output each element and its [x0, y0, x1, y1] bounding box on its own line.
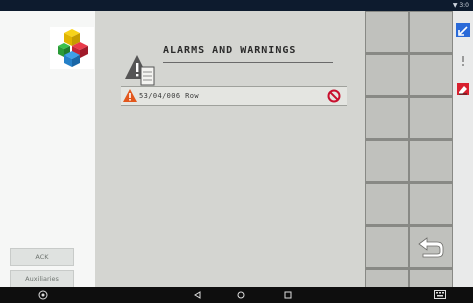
grid-button-13[interactable] — [366, 270, 408, 287]
keyboard-icon[interactable] — [433, 287, 447, 303]
home-nav-icon[interactable] — [236, 287, 246, 303]
back-arrow-icon — [418, 237, 444, 258]
warning-icon — [123, 89, 137, 102]
grid-button-14[interactable] — [410, 270, 452, 287]
grid-button-8[interactable] — [410, 141, 452, 181]
grid-button-5[interactable] — [366, 98, 408, 138]
alarm-text: 53/04/006 Row — [139, 92, 199, 100]
grid-button-3[interactable] — [366, 55, 408, 95]
grid-button-6[interactable] — [410, 98, 452, 138]
back-nav-icon[interactable] — [193, 287, 203, 303]
grid-button-11[interactable] — [366, 227, 408, 267]
grid-button-10[interactable] — [410, 184, 452, 224]
eraser-icon[interactable] — [456, 81, 470, 95]
recent-icon[interactable] — [283, 287, 293, 303]
grid-button-1[interactable] — [366, 12, 408, 52]
status-bar: ▼ 3:0 — [0, 0, 473, 11]
grid-button-2[interactable] — [410, 12, 452, 52]
grid-button-4[interactable] — [410, 55, 452, 95]
alarm-doc-icon — [125, 55, 155, 87]
grid-button-9[interactable] — [366, 184, 408, 224]
minimize-icon[interactable] — [456, 23, 470, 37]
ack-button[interactable]: ACK — [10, 248, 74, 266]
grid-button-7[interactable] — [366, 141, 408, 181]
auxiliaries-button[interactable]: Auxiliaries — [10, 270, 74, 288]
title-underline — [163, 62, 333, 63]
button-grid — [365, 11, 453, 287]
left-panel: ACK Auxiliaries — [0, 11, 95, 288]
right-toolbar — [453, 11, 473, 287]
home-icon[interactable] — [36, 287, 50, 303]
app-logo — [50, 27, 94, 69]
page-title: ALARMS AND WARNINGS — [163, 45, 297, 56]
navigation-bar — [0, 287, 473, 303]
cancel-icon[interactable] — [327, 89, 341, 103]
logo-cubes — [58, 29, 88, 67]
info-icon[interactable] — [456, 53, 470, 67]
main-panel: ALARMS AND WARNINGS 53/04/006 Row — [95, 11, 365, 287]
back-button[interactable] — [410, 227, 452, 267]
status-text: ▼ 3:0 — [452, 2, 469, 9]
alarm-row[interactable]: 53/04/006 Row — [121, 86, 347, 106]
